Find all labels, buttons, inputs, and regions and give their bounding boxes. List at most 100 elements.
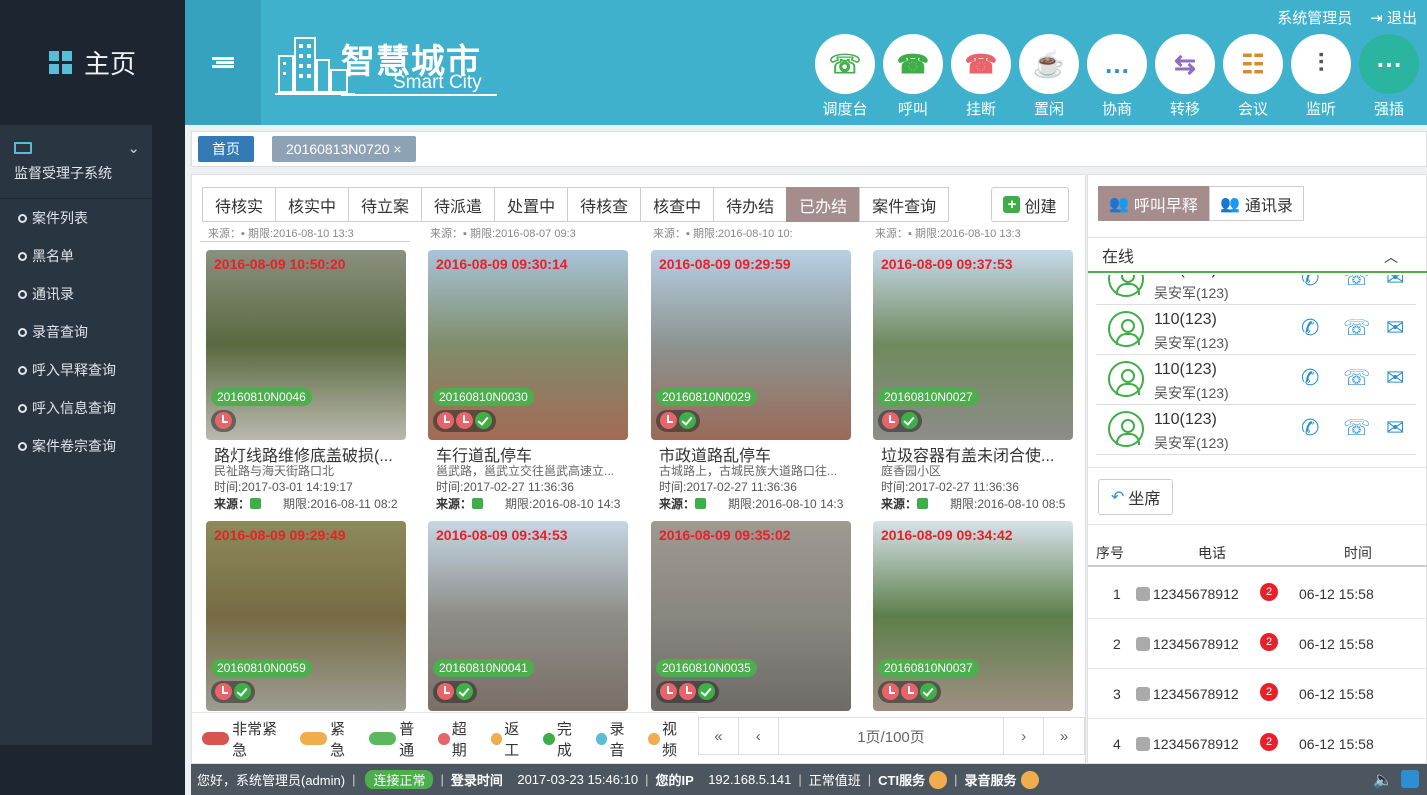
seat-button[interactable]: ↶ 坐席	[1098, 479, 1174, 515]
meeting-button[interactable]: ☷ 会议	[1222, 34, 1284, 119]
case-photo[interactable]: 2016-08-09 09:35:02 20160810N0035	[651, 521, 851, 711]
case-photo[interactable]: 2016-08-09 09:29:59 20160810N0029	[651, 250, 851, 440]
chat-icon: …	[1087, 34, 1147, 94]
partial-row-text: 来源：▪ 期限:2016-08-10 13:3	[208, 228, 354, 240]
sidebar-item-blacklist[interactable]: 黑名单	[0, 237, 152, 275]
call-transfer-icon[interactable]: ☏	[1343, 365, 1371, 391]
sidebar-item-early-release[interactable]: 呼入早释查询	[0, 351, 152, 389]
pager-next-button[interactable]: ›	[1004, 718, 1045, 754]
message-icon[interactable]: ✉	[1386, 365, 1404, 391]
case-card[interactable]: 2016-08-09 09:29:59 20160810N0029 市政道路乱停车古…	[651, 250, 851, 521]
monitor-button[interactable]: ⫶ 监听	[1290, 34, 1352, 119]
case-photo[interactable]: 2016-08-09 09:37:53 20160810N0027	[873, 250, 1073, 440]
username: 系统管理员	[1277, 10, 1353, 27]
case-card[interactable]: 2016-08-09 09:34:42 20160810N0037	[873, 521, 1073, 711]
case-card[interactable]: 2016-08-09 09:35:02 20160810N0035	[651, 521, 851, 711]
avatar-icon	[1108, 411, 1144, 447]
pager-last-button[interactable]: »	[1044, 718, 1084, 754]
case-status-icons	[656, 410, 700, 432]
online-header[interactable]: 在线 ︿	[1088, 237, 1427, 273]
phone-call-icon: ☎	[883, 34, 943, 94]
barge-in-button[interactable]: ⋯ 强插	[1358, 34, 1420, 119]
create-button[interactable]: + 创建	[991, 187, 1069, 222]
contact-item[interactable]: 110(123) 吴安军(123) ✆ ☏ ✉	[1096, 305, 1416, 355]
case-card[interactable]: 2016-08-09 09:34:53 20160810N0041	[428, 521, 628, 711]
status-tab[interactable]: 待办结	[713, 187, 788, 222]
contact-item[interactable]: 110(123) 吴安军(123) ✆ ☏ ✉	[1096, 355, 1416, 405]
sidebar-item-case-files[interactable]: 案件卷宗查询	[0, 427, 152, 465]
sidebar-item-label: 黑名单	[32, 248, 74, 264]
phone-icon[interactable]: ✆	[1301, 415, 1319, 441]
right-panel: 👥呼叫早释 👥通讯录 在线︿ 110(123)吴安军(123)✆☏✉110(12…	[1087, 174, 1427, 769]
avatar-icon	[1108, 311, 1144, 347]
message-icon[interactable]: ✉	[1386, 415, 1404, 441]
message-icon[interactable]: ✉	[1386, 315, 1404, 341]
call-transfer-icon[interactable]: ☏	[1343, 275, 1371, 291]
contact-item[interactable]: 110(123) 吴安军(123) ✆ ☏ ✉	[1096, 405, 1416, 455]
logout-link[interactable]: ⇥ 退出	[1370, 7, 1417, 28]
call-transfer-icon[interactable]: ☏	[1343, 415, 1371, 441]
pager-first-button[interactable]: «	[699, 718, 739, 754]
case-card[interactable]: 2016-08-09 09:37:53 20160810N0027 垃圾容器有盖未闭…	[873, 250, 1073, 521]
phone-icon[interactable]: ✆	[1301, 275, 1319, 291]
sidebar-home[interactable]: 主页	[0, 0, 185, 125]
consult-button[interactable]: … 协商	[1086, 34, 1148, 119]
status-tab[interactable]: 待核查	[567, 187, 642, 222]
call-button[interactable]: ☎ 呼叫	[882, 34, 944, 119]
sidebar-system-group[interactable]: ⌄ 监督受理子系统	[0, 125, 152, 198]
sidebar-item-case-list[interactable]: 案件列表	[0, 199, 152, 237]
message-icon[interactable]: ✉	[1386, 275, 1404, 291]
call-row[interactable]: 2 12345678912 2 06-12 15:58	[1088, 619, 1427, 669]
tab-contacts[interactable]: 👥 通讯录	[1209, 186, 1304, 221]
case-photo[interactable]: 2016-08-09 09:30:14 20160810N0030	[428, 250, 628, 440]
sidebar-item-recordings[interactable]: 录音查询	[0, 313, 152, 351]
create-label: 创建	[1024, 198, 1057, 216]
case-card[interactable]: 2016-08-09 09:29:49 20160810N0059	[206, 521, 406, 711]
contact-item[interactable]: 110(123) 吴安军(123) ✆ ☏ ✉	[1096, 275, 1416, 305]
clock-icon	[660, 683, 677, 700]
case-address: 庭香园小区	[881, 464, 942, 478]
greeting: 您好，系统管理员(admin)	[197, 773, 346, 788]
pager-prev-button[interactable]: ‹	[739, 718, 779, 754]
seat-label: 坐席	[1128, 491, 1161, 508]
tab-early-release[interactable]: 👥 呼叫早释	[1098, 186, 1209, 221]
status-tab[interactable]: 处置中	[494, 187, 569, 222]
status-tab[interactable]: 已办结	[786, 187, 861, 222]
status-tab[interactable]: 待核实	[202, 187, 277, 222]
case-photo[interactable]: 2016-08-09 10:50:20 20160810N0046	[206, 250, 406, 440]
logout-label: 退出	[1386, 10, 1417, 27]
call-time: 06-12 15:58	[1299, 636, 1374, 652]
hangup-button[interactable]: ☎ 挂断	[950, 34, 1012, 119]
call-row[interactable]: 3 12345678912 2 06-12 15:58	[1088, 669, 1427, 719]
status-tab[interactable]: 案件查询	[859, 187, 950, 222]
system-label: 监督受理子系统	[14, 165, 112, 181]
status-tab[interactable]: 核实中	[275, 187, 350, 222]
meeting-label: 会议	[1237, 101, 1268, 118]
circle-icon	[18, 251, 27, 261]
case-card[interactable]: 2016-08-09 10:50:20 20160810N0046 路灯线路维修底盖…	[206, 250, 406, 521]
call-row[interactable]: 4 12345678912 2 06-12 15:58	[1088, 719, 1427, 769]
transfer-button[interactable]: ⇆ 转移	[1154, 34, 1216, 119]
users-icon: 👥	[1109, 195, 1129, 213]
dispatch-button[interactable]: ☏ 调度台	[814, 34, 876, 119]
idle-button[interactable]: ☕ 置闲	[1018, 34, 1080, 119]
tab-case[interactable]: 20160813N0720 ×	[272, 136, 416, 162]
call-row[interactable]: 1 12345678912 2 06-12 15:58	[1088, 569, 1427, 619]
menu-toggle-button[interactable]	[185, 0, 261, 125]
case-photo[interactable]: 2016-08-09 09:34:42 20160810N0037	[873, 521, 1073, 711]
status-tab[interactable]: 待立案	[348, 187, 423, 222]
case-card[interactable]: 2016-08-09 09:30:14 20160810N0030 车行道乱停车 邕武…	[428, 250, 628, 521]
case-photo[interactable]: 2016-08-09 09:34:53 20160810N0041	[428, 521, 628, 711]
speaker-icon[interactable]: 🔈	[1373, 770, 1393, 790]
phone-icon	[1136, 687, 1150, 701]
chat-bubble-icon[interactable]	[1401, 770, 1419, 788]
phone-icon[interactable]: ✆	[1301, 315, 1319, 341]
case-photo[interactable]: 2016-08-09 09:29:49 20160810N0059	[206, 521, 406, 711]
call-transfer-icon[interactable]: ☏	[1343, 315, 1371, 341]
sidebar-item-contacts[interactable]: 通讯录	[0, 275, 152, 313]
tab-home[interactable]: 首页	[198, 136, 254, 162]
status-tab[interactable]: 核查中	[640, 187, 715, 222]
status-tab[interactable]: 待派遣	[421, 187, 496, 222]
phone-icon[interactable]: ✆	[1301, 365, 1319, 391]
sidebar-item-inbound-info[interactable]: 呼入信息查询	[0, 389, 152, 427]
